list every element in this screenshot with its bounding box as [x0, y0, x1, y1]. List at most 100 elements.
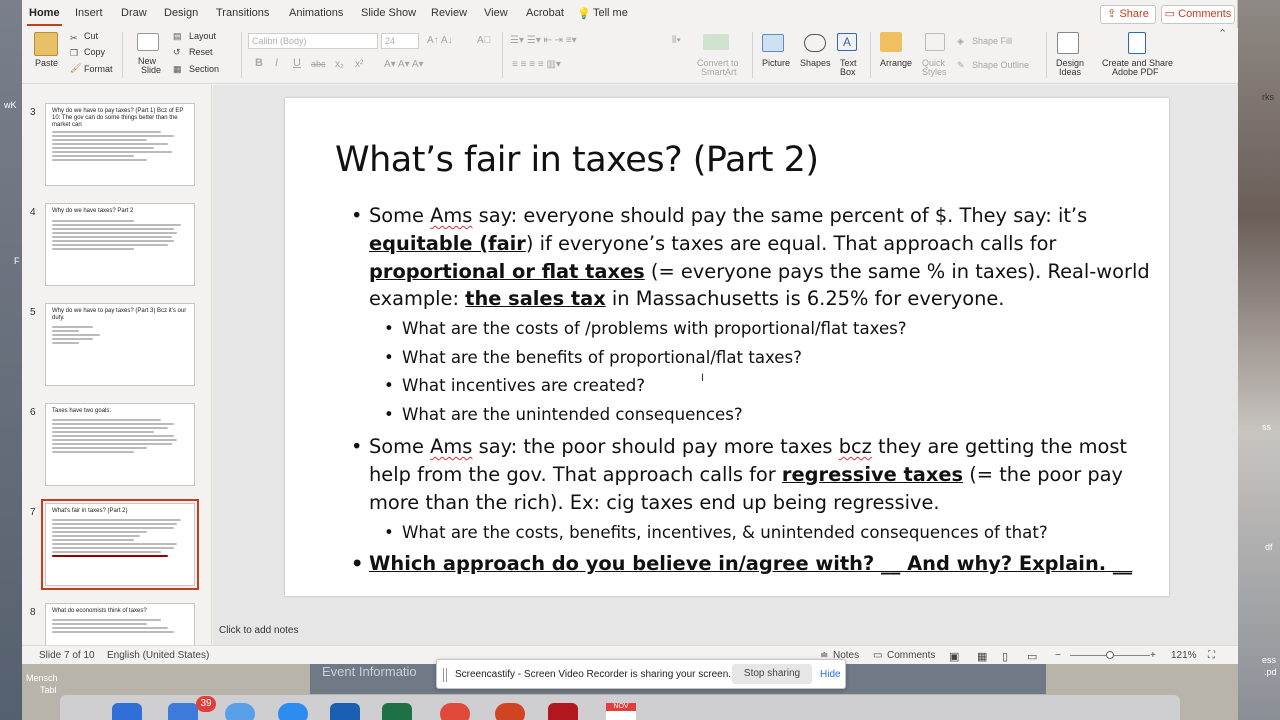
slide-editor[interactable]: What’s fair in taxes? (Part 2) Some Ams … — [213, 85, 1238, 645]
slide-thumbnail-6[interactable]: Taxes have two goals: — [45, 403, 195, 486]
zoom-icon[interactable] — [278, 703, 308, 720]
strikethrough-button[interactable]: abc — [311, 60, 326, 69]
layout-button[interactable]: Layout — [189, 32, 216, 41]
hide-button[interactable]: Hide — [820, 669, 841, 680]
underline-button[interactable]: U — [293, 58, 301, 69]
safari-icon[interactable] — [225, 703, 255, 720]
slide-body[interactable]: Some Ams say: everyone should pay the sa… — [351, 202, 1151, 578]
slide-thumbnails-pane[interactable]: 3 Why do we have to pay taxes? (Part 1) … — [22, 85, 212, 645]
font-size-select[interactable]: 24 — [381, 33, 419, 49]
slideshow-view-icon[interactable]: ▭ — [1027, 650, 1037, 663]
slide-sorter-icon[interactable]: ▦ — [977, 650, 987, 663]
comments-button[interactable]: ▭ Comments — [1161, 5, 1235, 24]
language-indicator[interactable]: English (United States) — [107, 650, 209, 661]
arrange-button[interactable]: Arrange — [880, 59, 912, 68]
tab-draw[interactable]: Draw — [121, 7, 147, 19]
dock: 39 NOV — [60, 695, 1180, 720]
share-label: Share — [1119, 8, 1149, 20]
thumbnail-title: Why do we have taxes? Part 2 — [52, 208, 134, 214]
vertical-scrollbar[interactable] — [1218, 95, 1226, 595]
tab-review[interactable]: Review — [431, 7, 467, 19]
slide-canvas[interactable]: What’s fair in taxes? (Part 2) Some Ams … — [285, 98, 1169, 596]
tab-slide-show[interactable]: Slide Show — [361, 7, 416, 19]
chrome-icon[interactable] — [440, 703, 470, 720]
fit-slide-icon[interactable]: ⛶ — [1208, 650, 1215, 661]
ribbon-home: Paste ✂ Cut ❐ Copy 🖌 Format New Slide ▤ … — [22, 28, 1238, 84]
bold-button[interactable]: B — [255, 58, 263, 69]
copy-button[interactable]: Copy — [84, 48, 105, 57]
section-button[interactable]: Section — [189, 65, 219, 74]
shapes-button[interactable]: Shapes — [800, 59, 831, 68]
arrange-icon[interactable] — [880, 32, 902, 52]
collapse-ribbon-icon[interactable]: ⌃ — [1218, 29, 1227, 40]
mail-icon[interactable] — [168, 703, 198, 720]
notes-placeholder[interactable]: Click to add notes — [219, 625, 299, 636]
excel-icon[interactable] — [382, 703, 412, 720]
reading-view-icon[interactable]: ▯ — [1002, 650, 1008, 663]
normal-view-icon[interactable]: ▣ — [949, 650, 959, 663]
paste-icon[interactable] — [34, 32, 58, 56]
design-ideas-icon[interactable] — [1057, 32, 1079, 54]
shape-fill-button[interactable]: Shape Fill — [972, 37, 1012, 46]
subscript-button[interactable]: x₂ — [335, 60, 344, 70]
tab-home[interactable]: Home — [27, 7, 62, 26]
quick-styles-label[interactable]: Styles — [922, 68, 947, 77]
slide-title[interactable]: What’s fair in taxes? (Part 2) — [335, 140, 819, 180]
zoom-slider[interactable] — [1070, 651, 1150, 659]
format-painter-button[interactable]: Format — [84, 65, 113, 74]
layout-icon: ▤ — [173, 31, 182, 41]
reset-button[interactable]: Reset — [189, 48, 213, 57]
paste-label[interactable]: Paste — [35, 59, 58, 68]
shapes-icon[interactable] — [804, 34, 826, 52]
align-icon[interactable]: ≡ ≡ ≡ ≡ ▥▾ — [512, 60, 561, 70]
zoom-out-button[interactable]: − — [1055, 650, 1061, 661]
slide-thumbnail-4[interactable]: Why do we have taxes? Part 2 — [45, 203, 195, 286]
thumbnail-number: 7 — [30, 507, 36, 518]
stop-sharing-button[interactable]: Stop sharing — [732, 664, 812, 684]
powerpoint-icon[interactable] — [495, 703, 525, 720]
textbox-icon[interactable]: A — [837, 33, 857, 51]
design-ideas-label[interactable]: Ideas — [1059, 68, 1081, 77]
comments-toggle[interactable]: Comments — [887, 650, 935, 661]
zoom-in-button[interactable]: + — [1150, 650, 1156, 661]
zoom-slider-thumb[interactable] — [1106, 651, 1114, 659]
tell-me-search[interactable]: Tell me — [593, 7, 628, 19]
tab-insert[interactable]: Insert — [75, 7, 103, 19]
comments-label: Comments — [1178, 8, 1232, 20]
shape-outline-button[interactable]: Shape Outline — [972, 61, 1029, 70]
tab-animations[interactable]: Animations — [289, 7, 343, 19]
tab-view[interactable]: View — [484, 7, 508, 19]
picture-button[interactable]: Picture — [762, 59, 790, 68]
text-effects-icon[interactable]: A▾ A▾ A▾ — [384, 60, 424, 70]
italic-button[interactable]: I — [275, 58, 278, 69]
superscript-button[interactable]: x² — [355, 60, 363, 70]
slide-thumbnail-8[interactable]: What do economists think of taxes? — [45, 603, 195, 645]
picture-icon[interactable] — [762, 34, 784, 52]
drag-handle[interactable] — [443, 668, 447, 682]
finder-icon[interactable] — [112, 703, 142, 720]
font-name-select[interactable]: Calibri (Body) — [248, 33, 378, 49]
cut-button[interactable]: Cut — [84, 32, 98, 41]
outlook-icon[interactable] — [330, 703, 360, 720]
slide-thumbnail-7[interactable]: What's fair in taxes? (Part 2) — [41, 499, 199, 590]
tab-transitions[interactable]: Transitions — [216, 7, 269, 19]
new-slide-label[interactable]: Slide — [141, 66, 161, 75]
zoom-level[interactable]: 121% — [1171, 650, 1197, 661]
slide-thumbnail-3[interactable]: Why do we have to pay taxes? (Part 1) Bc… — [45, 103, 195, 186]
smartart-icon — [703, 34, 729, 50]
thumbnail-title: Taxes have two goals: — [52, 408, 112, 414]
app-icon[interactable] — [548, 703, 578, 720]
create-share-label[interactable]: Adobe PDF — [1112, 68, 1159, 77]
thumbnail-title: Why do we have to pay taxes? (Part 1) Bc… — [52, 108, 184, 128]
new-slide-icon[interactable] — [137, 33, 159, 51]
share-button[interactable]: ⇪ Share — [1100, 5, 1156, 24]
quick-styles-icon[interactable] — [925, 33, 945, 51]
textbox-label[interactable]: Box — [840, 68, 856, 77]
convert-smartart-label[interactable]: SmartArt — [701, 68, 737, 77]
bullets-icon[interactable]: ☰▾ ☰▾ ⇤ ⇥ ≡▾ — [510, 36, 577, 46]
adobe-pdf-icon[interactable] — [1128, 32, 1146, 54]
slide-thumbnail-5[interactable]: Why do we have to pay taxes? (Part 3) Bc… — [45, 303, 195, 386]
tab-design[interactable]: Design — [164, 7, 198, 19]
calendar-icon[interactable]: NOV — [606, 703, 636, 720]
tab-acrobat[interactable]: Acrobat — [526, 7, 564, 19]
